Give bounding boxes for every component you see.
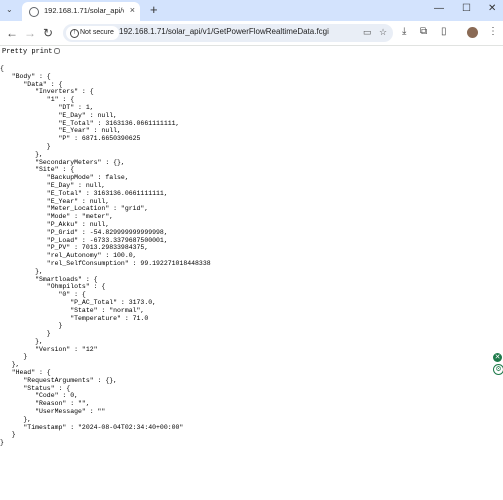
warning-icon: ! xyxy=(70,29,79,38)
menu-icon[interactable]: ⋮ xyxy=(488,26,498,37)
extensions-icon[interactable]: ⧉ xyxy=(420,26,427,37)
json-body: { "Body" : { "Data" : { "Inverters" : { … xyxy=(0,65,211,447)
page-content: Pretty print { "Body" : { "Data" : { "In… xyxy=(0,45,503,500)
cast-icon[interactable]: ▭ xyxy=(363,27,372,38)
avatar[interactable] xyxy=(467,27,478,38)
tab-strip: ⌄ 192.168.1.71/solar_api/v1/GetP × + — ☐… xyxy=(0,0,503,21)
forward-icon[interactable]: → xyxy=(24,26,36,40)
star-icon[interactable]: ☆ xyxy=(379,27,387,38)
browser-tab[interactable]: 192.168.1.71/solar_api/v1/GetP × xyxy=(22,2,140,21)
browser-toolbar: ← → ↻ ! Not secure 192.168.1.71/solar_ap… xyxy=(0,21,503,46)
minimize-button[interactable]: — xyxy=(434,3,444,14)
back-icon[interactable]: ← xyxy=(6,26,18,40)
globe-icon xyxy=(29,7,39,17)
security-label: Not secure xyxy=(80,29,114,36)
side-panel-icon[interactable]: ▯ xyxy=(441,26,447,37)
url-text[interactable]: 192.168.1.71/solar_api/v1/GetPowerFlowRe… xyxy=(119,27,329,36)
close-window-button[interactable]: ✕ xyxy=(488,3,496,14)
settings-icon[interactable]: ⚙ xyxy=(493,364,503,375)
maximize-button[interactable]: ☐ xyxy=(462,3,471,14)
new-tab-button[interactable]: + xyxy=(150,2,158,17)
download-icon[interactable]: ⤓ xyxy=(402,26,406,37)
pretty-print-label: Pretty print xyxy=(2,48,53,56)
pretty-print-checkbox[interactable] xyxy=(54,48,61,55)
pretty-print-toggle[interactable]: Pretty print xyxy=(2,48,61,56)
address-bar[interactable]: ! Not secure 192.168.1.71/solar_api/v1/G… xyxy=(63,24,393,42)
tab-close-icon[interactable]: × xyxy=(130,5,135,15)
security-chip[interactable]: ! Not secure xyxy=(66,26,119,40)
close-icon[interactable]: ✕ xyxy=(493,353,502,362)
tab-title: 192.168.1.71/solar_api/v1/GetP xyxy=(44,6,124,15)
tab-search-icon[interactable]: ⌄ xyxy=(6,5,16,15)
reload-icon[interactable]: ↻ xyxy=(43,26,53,40)
